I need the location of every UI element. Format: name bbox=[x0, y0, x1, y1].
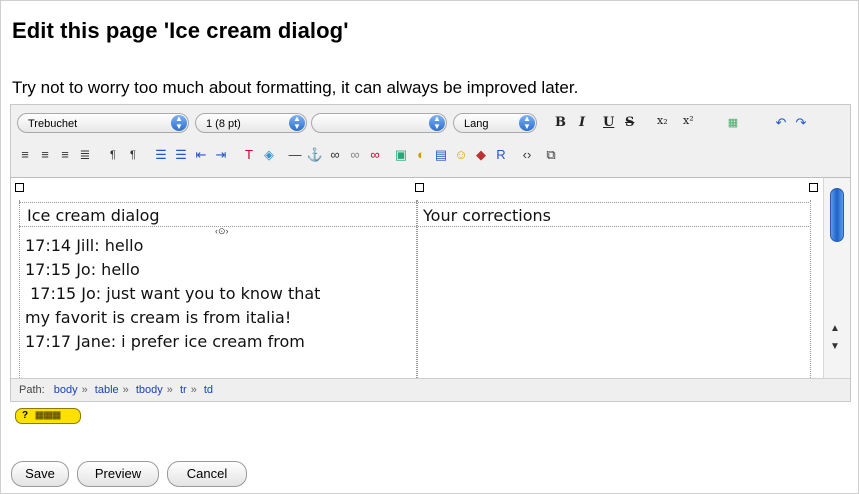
link-icon[interactable]: ∞ bbox=[325, 145, 345, 165]
lang-select[interactable]: Lang ▲ ▼ bbox=[453, 113, 537, 133]
dialog-line: my favorit is cream is from italia! bbox=[25, 308, 292, 327]
horizontal-rule-icon[interactable]: — bbox=[285, 145, 305, 165]
underline-button[interactable]: U bbox=[603, 115, 614, 130]
path-item-td[interactable]: td bbox=[204, 384, 213, 396]
preview-button[interactable]: Preview bbox=[77, 461, 159, 487]
align-center-icon[interactable]: ≡ bbox=[35, 145, 55, 165]
resize-handle[interactable] bbox=[15, 183, 24, 192]
subscript-button[interactable]: x₂ bbox=[657, 114, 668, 127]
format-select[interactable]: ▲ ▼ bbox=[311, 113, 447, 133]
path-item-tbody[interactable]: tbody bbox=[136, 384, 163, 396]
undo-icon[interactable]: ↶ bbox=[771, 113, 791, 133]
resize-handle[interactable] bbox=[809, 183, 818, 192]
dialog-line: 17:14 Jill: hello bbox=[25, 236, 144, 255]
path-separator: » bbox=[190, 384, 197, 396]
font-family-value: Trebuchet bbox=[28, 118, 78, 130]
path-separator: » bbox=[166, 384, 173, 396]
scroll-thumb[interactable] bbox=[830, 188, 844, 242]
row-divider bbox=[19, 226, 809, 227]
insert-table-icon[interactable]: ▤ bbox=[431, 145, 451, 165]
row-divider bbox=[19, 202, 809, 203]
paste-word-icon[interactable]: ▦ bbox=[723, 113, 743, 133]
fullscreen-icon[interactable]: ⧉ bbox=[541, 145, 561, 165]
save-button[interactable]: Save bbox=[11, 461, 69, 487]
align-left-icon[interactable]: ≡ bbox=[15, 145, 35, 165]
background-color-icon[interactable]: ◈ bbox=[259, 145, 279, 165]
italic-button[interactable]: I bbox=[579, 115, 585, 130]
keyboard-icon: ▦▦▦ bbox=[34, 410, 61, 421]
column-resize-icon[interactable]: ‹⊙› bbox=[215, 226, 229, 237]
path-separator: » bbox=[122, 384, 129, 396]
path-separator: » bbox=[81, 384, 88, 396]
strikethrough-button[interactable]: S bbox=[625, 115, 634, 130]
scroll-down-icon[interactable]: ▼ bbox=[830, 341, 840, 352]
align-justify-icon[interactable]: ≣ bbox=[75, 145, 95, 165]
resize-handle[interactable] bbox=[415, 183, 424, 192]
indent-icon[interactable]: ⇥ bbox=[211, 145, 231, 165]
text-color-icon[interactable]: T bbox=[239, 145, 259, 165]
spellcheck-icon[interactable]: R bbox=[491, 145, 511, 165]
editor-toolbar: Trebuchet ▲ ▼ 1 (8 pt) ▲ ▼ ▲ ▼ Lang ▲ ▼ B I … bbox=[11, 105, 850, 178]
rich-text-editor: Trebuchet ▲ ▼ 1 (8 pt) ▲ ▼ ▲ ▼ Lang ▲ ▼ B I … bbox=[10, 104, 851, 402]
element-path-bar: Path: body» table» tbody» tr» td bbox=[11, 378, 850, 401]
unlink-icon[interactable]: ∞ bbox=[345, 145, 365, 165]
chevron-updown-icon: ▲ ▼ bbox=[519, 115, 535, 131]
special-char-icon[interactable]: ◆ bbox=[471, 145, 491, 165]
path-label: Path: bbox=[19, 384, 45, 396]
anchor-icon[interactable]: ⚓ bbox=[305, 145, 325, 165]
nolink-icon[interactable]: ∞ bbox=[365, 145, 385, 165]
header-cell-corrections: Your corrections bbox=[423, 206, 551, 225]
chevron-updown-icon: ▲ ▼ bbox=[289, 115, 305, 131]
unordered-list-icon[interactable]: ☰ bbox=[171, 145, 191, 165]
dialog-line: 17:15 Jo: hello bbox=[25, 260, 140, 279]
formatting-hint: Try not to worry too much about formatti… bbox=[12, 78, 579, 97]
superscript-button[interactable]: x² bbox=[683, 114, 694, 127]
path-item-tr[interactable]: tr bbox=[180, 384, 187, 396]
outdent-icon[interactable]: ⇤ bbox=[191, 145, 211, 165]
help-button[interactable]: ? ▦▦▦ bbox=[15, 408, 81, 424]
path-item-table[interactable]: table bbox=[95, 384, 119, 396]
font-family-select[interactable]: Trebuchet ▲ ▼ bbox=[17, 113, 189, 133]
rtl-icon[interactable]: ¶ bbox=[123, 145, 143, 165]
font-size-select[interactable]: 1 (8 pt) ▲ ▼ bbox=[195, 113, 307, 133]
editor-content-area[interactable]: Ice cream dialog Your corrections ‹⊙› 17… bbox=[11, 178, 823, 378]
align-right-icon[interactable]: ≡ bbox=[55, 145, 75, 165]
header-cell-dialog: Ice cream dialog bbox=[27, 206, 160, 225]
insert-media-icon[interactable]: ◐ bbox=[411, 145, 431, 165]
insert-image-icon[interactable]: ▣ bbox=[391, 145, 411, 165]
bold-button[interactable]: B bbox=[555, 115, 566, 130]
html-source-icon[interactable]: ‹› bbox=[517, 145, 537, 165]
path-item-body[interactable]: body bbox=[54, 384, 78, 396]
vertical-scrollbar[interactable]: ▲ ▼ bbox=[823, 178, 850, 378]
page-title: Edit this page 'Ice cream dialog' bbox=[12, 18, 349, 43]
cancel-button[interactable]: Cancel bbox=[167, 461, 247, 487]
smiley-icon[interactable]: ☺ bbox=[451, 145, 471, 165]
help-label: ? bbox=[22, 410, 29, 421]
redo-icon[interactable]: ↷ bbox=[791, 113, 811, 133]
font-size-value: 1 (8 pt) bbox=[206, 118, 241, 130]
chevron-updown-icon: ▲ ▼ bbox=[171, 115, 187, 131]
chevron-updown-icon: ▲ ▼ bbox=[429, 115, 445, 131]
scroll-up-icon[interactable]: ▲ bbox=[830, 323, 840, 334]
dialog-line: 17:15 Jo: just want you to know that bbox=[25, 284, 321, 303]
ordered-list-icon[interactable]: ☰ bbox=[151, 145, 171, 165]
dialog-line: 17:17 Jane: i prefer ice cream from bbox=[25, 332, 305, 351]
lang-value: Lang bbox=[464, 118, 489, 130]
ltr-icon[interactable]: ¶ bbox=[103, 145, 123, 165]
